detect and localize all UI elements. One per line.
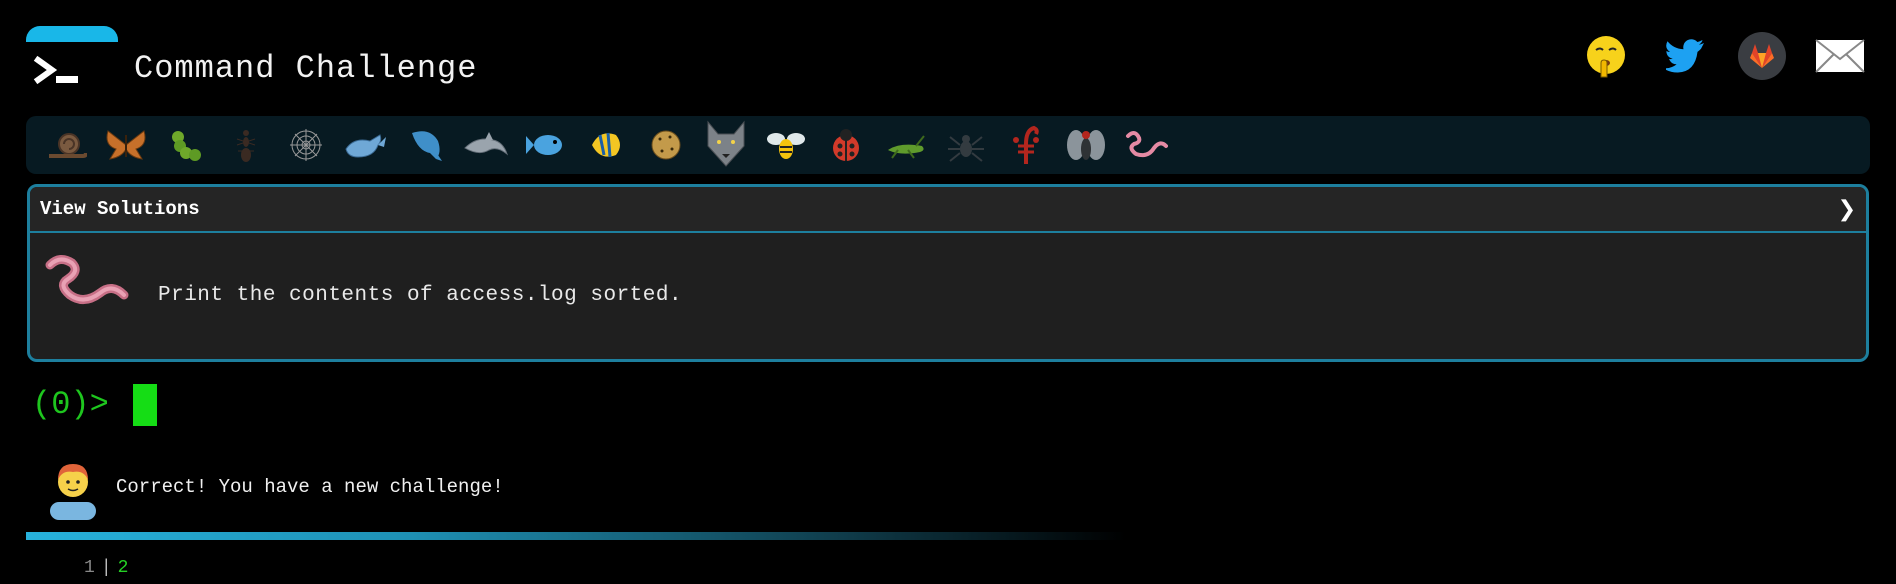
twitter-icon[interactable] xyxy=(1660,30,1712,82)
wolf-icon[interactable] xyxy=(696,119,756,171)
spider-web-icon[interactable] xyxy=(276,119,336,171)
whale-icon[interactable] xyxy=(336,119,396,171)
gitlab-icon[interactable] xyxy=(1736,30,1788,82)
snail-icon[interactable] xyxy=(36,119,96,171)
pager-separator: | xyxy=(100,558,112,578)
page-link-2[interactable]: 2 xyxy=(118,558,129,578)
page-link-1[interactable]: 1 xyxy=(84,558,95,578)
bee-icon[interactable] xyxy=(756,119,816,171)
worm-icon xyxy=(44,253,130,318)
cricket-icon[interactable] xyxy=(876,119,936,171)
blowfish-icon[interactable] xyxy=(636,119,696,171)
challenge-description: Print the contents of access.log sorted. xyxy=(158,284,683,307)
whale-2-icon[interactable] xyxy=(396,119,456,171)
scorpion-icon[interactable] xyxy=(996,119,1056,171)
challenge-pager: 1 | 2 xyxy=(84,558,128,578)
caterpillar-icon[interactable] xyxy=(156,119,216,171)
achievements-bar xyxy=(26,116,1870,174)
fly-icon[interactable] xyxy=(1056,119,1116,171)
fish-icon[interactable] xyxy=(516,119,576,171)
ant-icon[interactable] xyxy=(216,119,276,171)
view-solutions-toggle[interactable]: View Solutions ❯ xyxy=(30,187,1866,233)
worm-icon[interactable] xyxy=(1116,119,1176,171)
feedback-message: Correct! You have a new challenge! xyxy=(116,476,504,498)
ladybug-icon[interactable] xyxy=(816,119,876,171)
page-title: Command Challenge xyxy=(134,50,478,87)
challenge-panel: View Solutions ❯ Print the contents of a… xyxy=(27,184,1869,362)
shell-prompt: (0)> xyxy=(32,386,109,423)
email-icon[interactable] xyxy=(1814,30,1866,82)
terminal-icon xyxy=(26,42,118,98)
view-solutions-label: View Solutions xyxy=(40,198,200,220)
spider-icon[interactable] xyxy=(936,119,996,171)
avatar xyxy=(44,458,102,520)
tropical-fish-icon[interactable] xyxy=(576,119,636,171)
chevron-right-icon: ❯ xyxy=(1837,196,1856,222)
shushing-face-icon[interactable] xyxy=(1580,30,1632,82)
dolphin-icon[interactable] xyxy=(456,119,516,171)
command-input[interactable] xyxy=(133,384,157,426)
app-logo[interactable] xyxy=(26,26,118,98)
butterfly-icon[interactable] xyxy=(96,119,156,171)
progress-divider xyxy=(26,532,1126,540)
